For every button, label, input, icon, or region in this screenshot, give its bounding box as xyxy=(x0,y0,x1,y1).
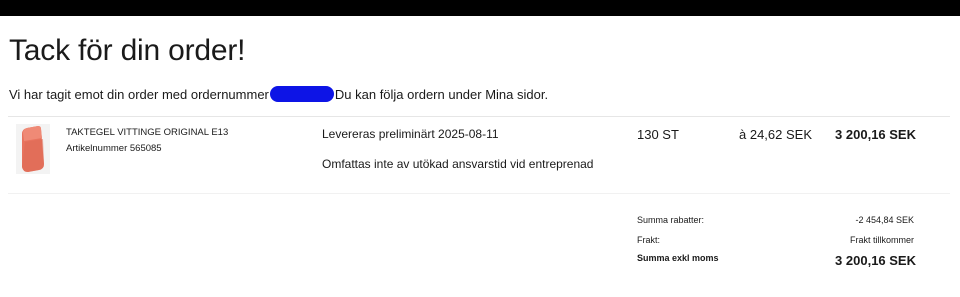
shipping-value: Frakt tillkommer xyxy=(849,235,914,245)
shipping-label: Frakt: xyxy=(637,235,661,245)
warranty-note: Omfattas inte av utökad ansvarstid vid e… xyxy=(322,157,594,171)
intro-text-before: Vi har tagit emot din order med ordernum… xyxy=(9,86,269,102)
divider-bottom xyxy=(8,193,950,194)
redacted-order-number xyxy=(269,86,334,102)
intro-text-after: Du kan följa ordern under Mina sidor. xyxy=(334,86,549,102)
roof-tile-image xyxy=(22,126,44,172)
page-title: Tack för din order! xyxy=(9,34,246,67)
article-number: Artikelnummer 565085 xyxy=(66,143,162,154)
divider-top xyxy=(8,116,950,117)
discount-value: -2 454,84 SEK xyxy=(855,215,914,225)
total-value: 3 200,16 SEK xyxy=(835,253,916,268)
total-label: Summa exkl moms xyxy=(637,253,719,263)
discount-label: Summa rabatter: xyxy=(637,215,705,225)
product-image[interactable] xyxy=(16,124,50,174)
quantity: 130 ST xyxy=(637,127,679,142)
delivery-date: Levereras preliminärt 2025-08-11 xyxy=(322,127,499,141)
order-confirmation-text: Vi har tagit emot din order med ordernum… xyxy=(9,86,548,102)
top-bar xyxy=(0,0,960,16)
line-total: 3 200,16 SEK xyxy=(835,127,916,142)
unit-price: à 24,62 SEK xyxy=(739,127,812,142)
product-name[interactable]: TAKTEGEL VITTINGE ORIGINAL E13 xyxy=(66,127,228,138)
